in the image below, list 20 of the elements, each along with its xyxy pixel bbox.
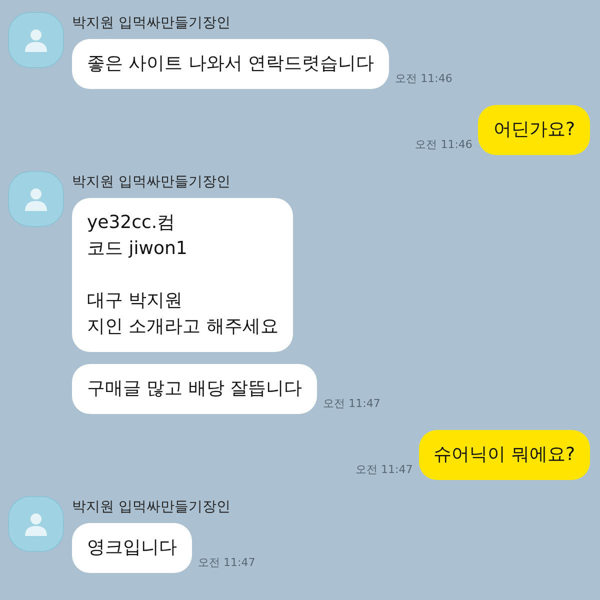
message-bubble: 슈어닉이 뭐에요? bbox=[418, 430, 590, 480]
avatar[interactable] bbox=[8, 496, 64, 552]
person-icon bbox=[23, 186, 49, 212]
message-time: 오전 11:47 bbox=[356, 462, 413, 478]
message-time: 오전 11:47 bbox=[323, 396, 380, 412]
message-time: 오전 11:46 bbox=[415, 136, 472, 152]
person-icon bbox=[23, 27, 49, 53]
message-time: 오전 11:47 bbox=[198, 554, 256, 570]
message-bubble: 구매글 많고 배당 잘뜹니다 bbox=[72, 364, 318, 414]
sender-name: 박지원 입먹싸만들기장인 bbox=[72, 498, 232, 516]
person-icon bbox=[23, 511, 49, 537]
message-bubble: 좋은 사이트 나와서 연락드렷습니다 bbox=[72, 39, 390, 89]
avatar[interactable] bbox=[8, 12, 64, 68]
sender-name: 박지원 입먹싸만들기장인 bbox=[72, 14, 232, 32]
sender-name: 박지원 입먹싸만들기장인 bbox=[72, 173, 232, 191]
message-time: 오전 11:46 bbox=[395, 70, 452, 86]
avatar[interactable] bbox=[8, 171, 64, 227]
message-bubble: ye32cc.컴 코드 jiwon1 대구 박지원 지인 소개라고 해주세요 bbox=[72, 198, 294, 352]
message-bubble: 영크입니다 bbox=[72, 523, 192, 573]
message-bubble: 어딘가요? bbox=[478, 105, 590, 155]
